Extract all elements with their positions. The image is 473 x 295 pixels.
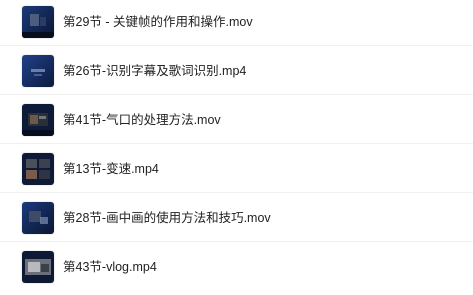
video-thumbnail-icon: [22, 55, 54, 87]
video-thumbnail-icon: [22, 6, 54, 38]
file-name: 第29节 - 关键帧的作用和操作.mov: [63, 15, 253, 29]
video-thumbnail-icon: [22, 153, 54, 185]
file-row[interactable]: 第26节-识别字幕及歌词识别.mp4: [0, 49, 473, 95]
file-row[interactable]: 第29节 - 关键帧的作用和操作.mov: [0, 0, 473, 46]
file-list: 第29节 - 关键帧的作用和操作.mov 第26节-识别字幕及歌词识别.mp4: [0, 0, 473, 295]
file-name: 第43节-vlog.mp4: [63, 260, 157, 274]
file-name: 第26节-识别字幕及歌词识别.mp4: [63, 64, 247, 78]
file-row[interactable]: 第28节-画中画的使用方法和技巧.mov: [0, 196, 473, 242]
file-name: 第28节-画中画的使用方法和技巧.mov: [63, 211, 271, 225]
video-thumbnail-icon: [22, 251, 54, 283]
file-row[interactable]: 第13节-变速.mp4: [0, 147, 473, 193]
video-thumbnail-icon: [22, 202, 54, 234]
file-name: 第13节-变速.mp4: [63, 162, 159, 176]
file-name: 第41节-气口的处理方法.mov: [63, 113, 221, 127]
file-row[interactable]: 第43节-vlog.mp4: [0, 245, 473, 291]
file-row[interactable]: 第41节-气口的处理方法.mov: [0, 98, 473, 144]
video-thumbnail-icon: [22, 104, 54, 136]
